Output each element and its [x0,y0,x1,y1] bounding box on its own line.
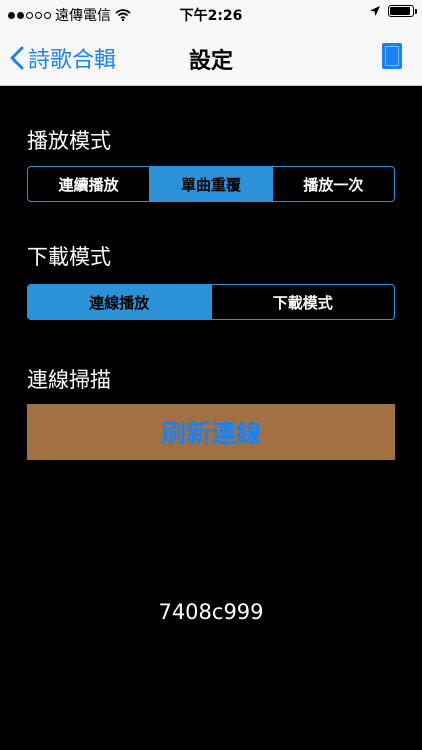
play-mode-label: 播放模式 [27,129,111,153]
status-bar: 遠傳電信 下午2:26 [0,0,422,28]
battery-fill [390,7,410,15]
battery-icon [388,5,417,17]
device-id-text: 7408c999 [158,600,264,624]
scan-label: 連線掃描 [27,368,111,392]
status-time: 下午2:26 [179,8,243,24]
download-mode-option-download[interactable]: 下載模式 [210,285,395,319]
location-arrow-icon [370,6,380,16]
page-title: 設定 [188,49,233,74]
download-mode-option-streaming[interactable]: 連線播放 [28,285,211,319]
play-mode-option-repeat-one[interactable]: 單曲重覆 [149,167,272,201]
play-mode-option-continuous[interactable]: 連續播放 [28,167,149,201]
download-mode-segmented-control: 連線播放 下載模式 [27,284,395,320]
download-mode-label: 下載模式 [27,245,111,269]
status-right [370,5,417,17]
document-icon[interactable] [382,43,402,69]
navigation-bar: 詩歌合輯 設定 [0,28,422,86]
play-mode-segmented-control: 連續播放 單曲重覆 播放一次 [27,166,395,202]
play-mode-option-play-once[interactable]: 播放一次 [271,167,394,201]
refresh-connection-button[interactable]: 刷新連線 [27,404,395,460]
